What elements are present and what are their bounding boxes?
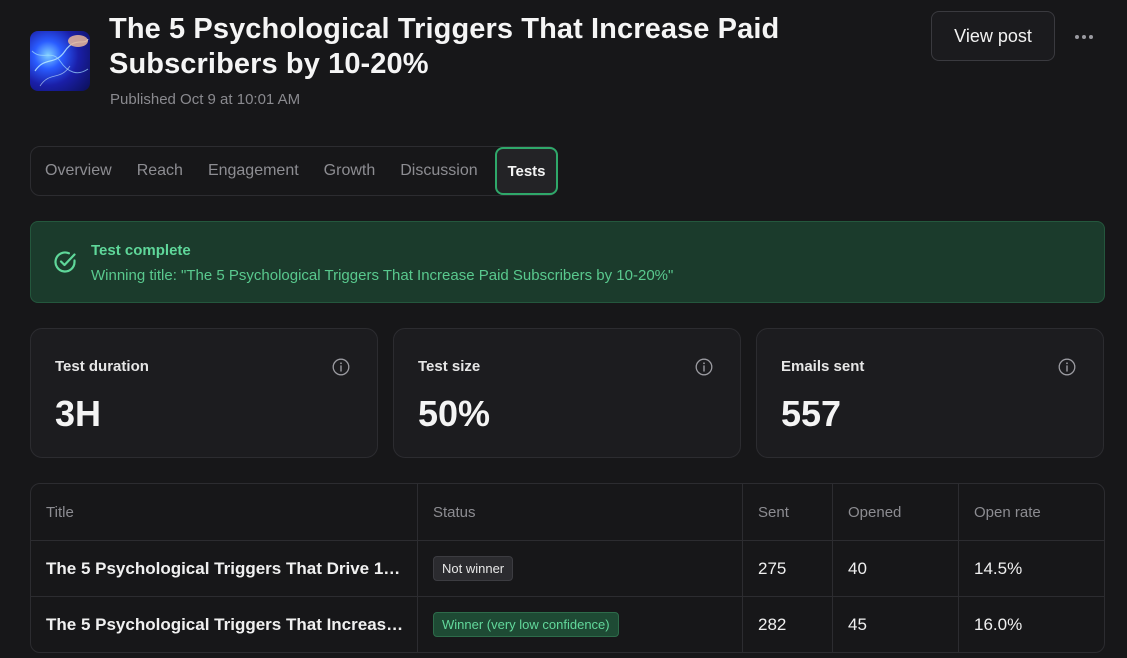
info-icon[interactable]: [1058, 358, 1076, 376]
stat-label: Test duration: [55, 358, 149, 375]
published-date: Published Oct 9 at 10:01 AM: [110, 91, 301, 108]
status-cell: Not winner: [417, 541, 742, 596]
post-thumbnail: [30, 31, 90, 91]
info-icon[interactable]: [332, 358, 350, 376]
variant-title: The 5 Psychological Triggers That Drive …: [46, 558, 404, 578]
winning-title-text: Winning title: "The 5 Psychological Trig…: [91, 267, 674, 284]
sent-cell: 275: [742, 541, 832, 596]
stat-value: 3H: [55, 393, 102, 434]
title-cell: The 5 Psychological Triggers That Increa…: [31, 597, 417, 652]
post-thumbnail-image: [31, 35, 89, 87]
table-row[interactable]: The 5 Psychological Triggers That Increa…: [31, 596, 1104, 652]
table-row[interactable]: The 5 Psychological Triggers That Drive …: [31, 540, 1104, 596]
column-header-status[interactable]: Status: [417, 484, 742, 540]
analytics-tabs: Overview Reach Engagement Growth Discuss…: [30, 146, 558, 196]
tab-overview[interactable]: Overview: [45, 162, 112, 180]
table-header-row: Title Status Sent Opened Open rate: [31, 484, 1104, 540]
status-cell: Winner (very low confidence): [417, 597, 742, 652]
stat-label: Test size: [418, 358, 481, 375]
column-header-title[interactable]: Title: [31, 484, 417, 540]
tab-engagement[interactable]: Engagement: [208, 162, 299, 180]
view-post-button[interactable]: View post: [931, 11, 1055, 61]
more-options-icon[interactable]: [1069, 22, 1099, 52]
page-title: The 5 Psychological Triggers That Increa…: [109, 13, 780, 80]
open-rate-cell: 14.5%: [958, 541, 1104, 596]
test-results-table: Title Status Sent Opened Open rate The 5…: [30, 483, 1105, 653]
stat-value: 50%: [418, 393, 491, 434]
status-badge: Winner (very low confidence): [433, 612, 619, 637]
tab-discussion[interactable]: Discussion: [400, 162, 477, 180]
check-circle-icon: [54, 251, 76, 273]
column-header-opened[interactable]: Opened: [832, 484, 958, 540]
open-rate-cell: 16.0%: [958, 597, 1104, 652]
test-complete-banner: Test complete Winning title: "The 5 Psyc…: [30, 221, 1105, 303]
sent-cell: 282: [742, 597, 832, 652]
opened-cell: 40: [832, 541, 958, 596]
tab-tests[interactable]: Tests: [495, 147, 558, 195]
tab-growth[interactable]: Growth: [324, 162, 376, 180]
opened-cell: 45: [832, 597, 958, 652]
stat-card-emails-sent: Emails sent 557: [756, 328, 1104, 458]
variant-title: The 5 Psychological Triggers That Increa…: [46, 614, 404, 634]
banner-title: Test complete: [91, 242, 191, 259]
column-header-open-rate[interactable]: Open rate: [958, 484, 1104, 540]
title-cell: The 5 Psychological Triggers That Drive …: [31, 541, 417, 596]
stat-card-test-size: Test size 50%: [393, 328, 741, 458]
stat-label: Emails sent: [781, 358, 865, 375]
stat-value: 557: [781, 393, 842, 434]
status-badge: Not winner: [433, 556, 514, 581]
column-header-sent[interactable]: Sent: [742, 484, 832, 540]
tab-reach[interactable]: Reach: [137, 162, 183, 180]
info-icon[interactable]: [695, 358, 713, 376]
stat-card-test-duration: Test duration 3H: [30, 328, 378, 458]
